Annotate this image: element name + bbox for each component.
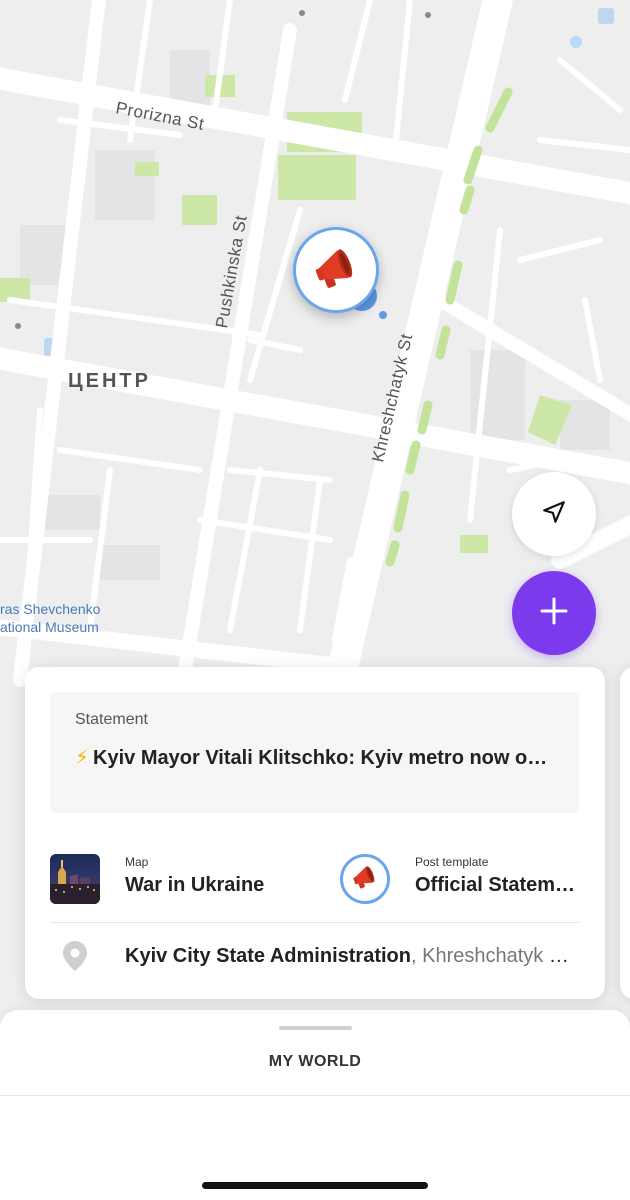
pin-dot <box>379 311 387 319</box>
locate-button[interactable] <box>512 472 596 556</box>
megaphone-icon <box>310 242 362 299</box>
add-button[interactable] <box>512 571 596 655</box>
map-thumbnail[interactable] <box>50 854 100 904</box>
district-label: ЦЕНТР <box>68 370 151 392</box>
post-card[interactable]: Statement ⚡ Kyiv Mayor Vitali Klitschko: … <box>25 667 605 999</box>
location-row[interactable]: Kyiv City State Administration, Khreshch… <box>50 937 580 977</box>
location-address: Khreshchatyk St, 36 <box>422 945 580 967</box>
megaphone-icon <box>350 862 380 897</box>
location-text: Kyiv City State Administration, Khreshch… <box>125 945 580 968</box>
home-indicator <box>202 1182 428 1189</box>
poi-label-line2: ational Museum <box>0 619 99 635</box>
map-label: Map <box>125 855 149 869</box>
lightning-icon: ⚡ <box>75 747 90 769</box>
template-info[interactable]: Post template Official Statement <box>415 855 580 897</box>
meta-row: Map War in Ukraine Post template Officia… <box>50 853 580 905</box>
statement-box[interactable]: Statement ⚡ Kyiv Mayor Vitali Klitschko: … <box>50 692 579 813</box>
map-info[interactable]: Map War in Ukraine <box>125 855 315 897</box>
sheet-divider <box>0 1095 630 1096</box>
card-divider <box>50 922 580 923</box>
map-pin[interactable] <box>293 227 387 319</box>
statement-label: Statement <box>75 711 148 728</box>
sheet-title: MY WORLD <box>268 1053 362 1070</box>
location-name: Kyiv City State Administration <box>125 945 411 967</box>
template-name: Official Statement <box>415 874 580 896</box>
next-card-peek[interactable] <box>620 667 630 999</box>
bottom-sheet[interactable]: MY WORLD <box>0 1010 630 1200</box>
location-pin-icon <box>62 940 88 977</box>
map-name: War in Ukraine <box>125 874 265 896</box>
poi-label-line1: ras Shevchenko <box>0 601 101 617</box>
location-separator: , <box>410 945 423 967</box>
sheet-grabber[interactable] <box>279 1026 352 1030</box>
pin-ring <box>293 227 379 313</box>
navigation-arrow-icon <box>541 499 567 530</box>
statement-text: ⚡ Kyiv Mayor Vitali Klitschko: Kyiv metro… <box>75 745 554 770</box>
poi-label[interactable]: ras Shevchenko ational Museum <box>0 600 100 636</box>
template-icon[interactable] <box>340 854 390 904</box>
statement-headline: Kyiv Mayor Vitali Klitschko: Kyiv metro … <box>93 747 554 769</box>
template-label: Post template <box>415 855 489 869</box>
plus-icon <box>540 597 568 630</box>
